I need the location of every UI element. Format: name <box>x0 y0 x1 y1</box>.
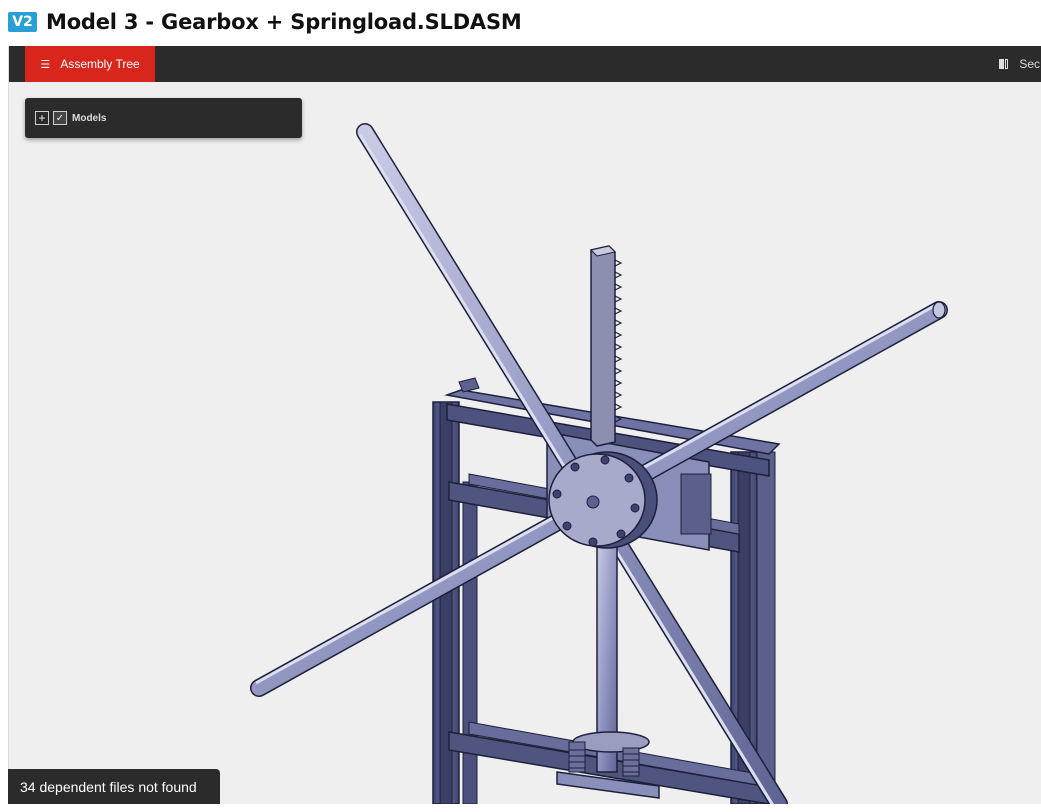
models-label: Models <box>72 112 107 124</box>
status-toast: 34 dependent files not found <box>8 769 220 804</box>
gearbox-housing <box>680 473 712 535</box>
models-visibility-checkbox[interactable]: ✓ <box>53 111 67 125</box>
frame-inner-post <box>462 481 478 804</box>
model-viewer[interactable]: ☰ Assembly Tree Sec + ✓ Models <box>8 46 1041 804</box>
title-bar: V2 Model 3 - Gearbox + Springload.SLDASM <box>0 0 1041 44</box>
menu-lines-icon: ☰ <box>40 58 51 71</box>
version-badge: V2 <box>8 12 37 32</box>
file-title: Model 3 - Gearbox + Springload.SLDASM <box>46 10 522 34</box>
viewer-toolbar: ☰ Assembly Tree Sec <box>9 46 1041 82</box>
3d-model-render[interactable] <box>9 82 1041 804</box>
section-label: Sec <box>1019 57 1040 71</box>
models-panel: + ✓ Models <box>25 98 302 138</box>
section-button[interactable]: Sec <box>998 46 1041 82</box>
hub-flange <box>548 451 658 549</box>
assembly-tree-button[interactable]: ☰ Assembly Tree <box>25 46 155 82</box>
status-message: 34 dependent files not found <box>20 778 197 795</box>
assembly-tree-label: Assembly Tree <box>60 57 140 71</box>
expand-models-button[interactable]: + <box>35 111 49 125</box>
section-plane-icon <box>998 58 1010 70</box>
